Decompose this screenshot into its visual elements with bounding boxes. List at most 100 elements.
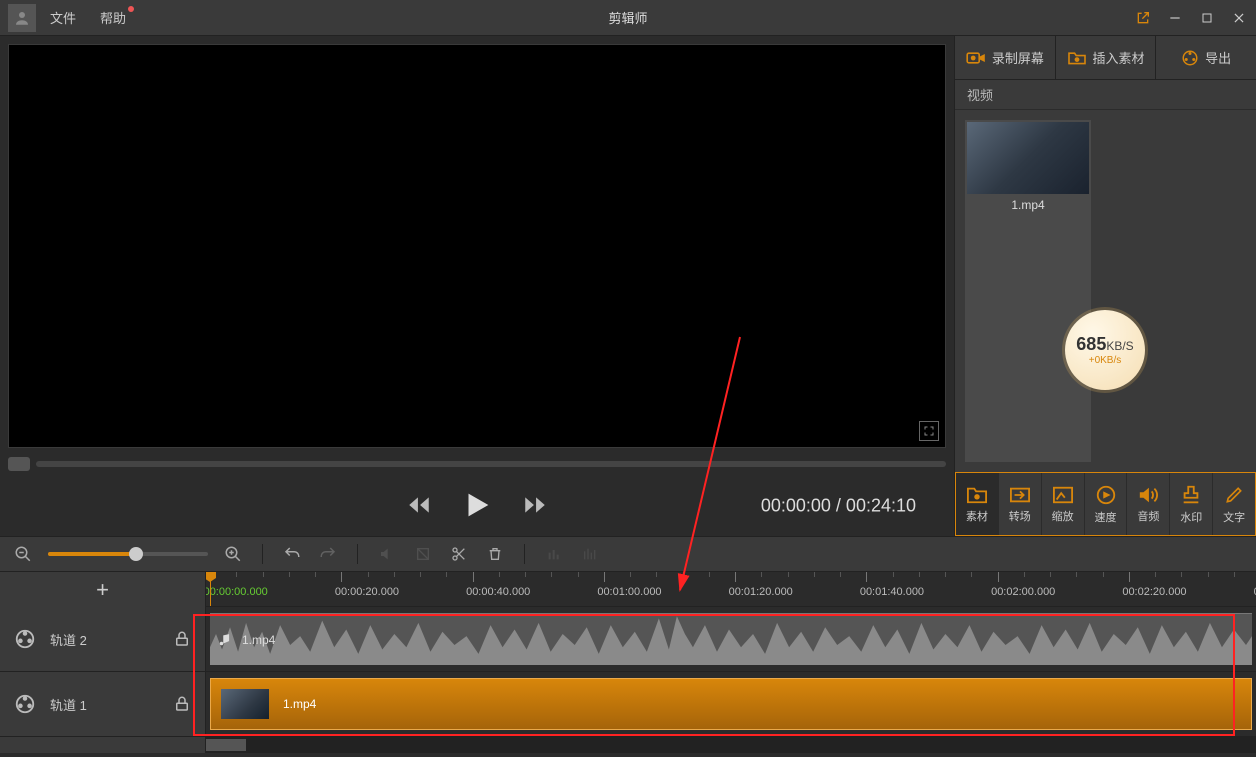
equalizer-button[interactable] bbox=[579, 543, 601, 565]
redo-button[interactable] bbox=[317, 543, 339, 565]
track-body-2[interactable]: 1.mp4 bbox=[206, 607, 1256, 671]
crop-button[interactable] bbox=[412, 543, 434, 565]
playhead[interactable] bbox=[210, 572, 211, 606]
clip-thumb bbox=[221, 689, 269, 719]
zoom-out-icon bbox=[14, 545, 32, 563]
popout-button[interactable] bbox=[1134, 9, 1152, 27]
ruler-label: 00:02:20.000 bbox=[1122, 586, 1186, 598]
tab-zoom[interactable]: 缩放 bbox=[1042, 473, 1085, 535]
scrub-handle[interactable] bbox=[8, 457, 30, 471]
record-screen-button[interactable]: 录制屏幕 bbox=[955, 36, 1056, 79]
speed-value: 685 bbox=[1076, 334, 1106, 354]
ruler-label: 00:01:20.000 bbox=[729, 586, 793, 598]
speed-unit: KB/S bbox=[1106, 339, 1133, 353]
folder-camera-icon bbox=[1067, 50, 1087, 66]
volume-icon bbox=[379, 546, 395, 562]
video-clip[interactable]: 1.mp4 bbox=[210, 678, 1252, 730]
pen-icon bbox=[1224, 484, 1244, 506]
audio-clip[interactable]: 1.mp4 bbox=[210, 613, 1252, 665]
folder-icon bbox=[966, 485, 988, 505]
crop-icon bbox=[415, 546, 431, 562]
export-reel-icon bbox=[1181, 49, 1199, 67]
scissors-icon bbox=[451, 546, 467, 562]
play-controls: 00:00:00 / 00:24:10 bbox=[8, 476, 946, 536]
tab-audio[interactable]: 音频 bbox=[1127, 473, 1170, 535]
speed-sub: +0KB/s bbox=[1089, 355, 1122, 366]
trash-icon bbox=[487, 546, 503, 562]
tab-media[interactable]: 素材 bbox=[956, 473, 999, 535]
transition-icon bbox=[1009, 485, 1031, 505]
titlebar: 文件 帮助 剪辑师 bbox=[0, 0, 1256, 36]
equalizer-icon bbox=[582, 546, 598, 562]
tab-text-label: 文字 bbox=[1223, 509, 1245, 525]
scrub-bar[interactable] bbox=[36, 461, 946, 467]
redo-icon bbox=[319, 545, 337, 563]
tab-transition[interactable]: 转场 bbox=[999, 473, 1042, 535]
menu-help[interactable]: 帮助 bbox=[100, 8, 126, 27]
video-canvas[interactable] bbox=[8, 44, 946, 448]
play-button[interactable] bbox=[460, 488, 494, 525]
tab-transition-label: 转场 bbox=[1009, 508, 1031, 524]
audio-clip-label: 1.mp4 bbox=[242, 633, 275, 647]
zoom-slider[interactable] bbox=[48, 552, 208, 556]
levels-button[interactable] bbox=[543, 543, 565, 565]
speed-indicator: 685KB/S +0KB/s bbox=[1065, 310, 1145, 390]
timeline-toolbar bbox=[0, 536, 1256, 572]
insert-media-label: 插入素材 bbox=[1093, 48, 1145, 67]
tool-tabs: 素材 转场 缩放 速度 音频 水印 bbox=[955, 472, 1256, 536]
add-track-button[interactable]: + bbox=[96, 577, 109, 603]
media-thumb[interactable]: 1.mp4 bbox=[965, 120, 1091, 462]
lock-icon[interactable] bbox=[173, 630, 191, 648]
zoom-out-button[interactable] bbox=[12, 543, 34, 565]
tab-speed-label: 速度 bbox=[1095, 509, 1117, 525]
forward-icon bbox=[522, 492, 548, 518]
zoom-in-button[interactable] bbox=[222, 543, 244, 565]
time-readout: 00:00:00 / 00:24:10 bbox=[761, 496, 916, 517]
preview-pane: 00:00:00 / 00:24:10 bbox=[0, 36, 954, 536]
menu-file[interactable]: 文件 bbox=[50, 8, 76, 27]
export-button[interactable]: 导出 bbox=[1156, 36, 1256, 79]
waveform bbox=[210, 614, 1252, 665]
media-thumb-image bbox=[967, 122, 1089, 194]
ruler-label: 00:00:40.000 bbox=[466, 586, 530, 598]
lock-icon[interactable] bbox=[173, 695, 191, 713]
mute-button[interactable] bbox=[376, 543, 398, 565]
forward-button[interactable] bbox=[522, 492, 548, 521]
play-icon bbox=[460, 488, 494, 522]
ruler-label: 00:02:00.000 bbox=[991, 586, 1055, 598]
avatar[interactable] bbox=[8, 4, 36, 32]
media-thumb-label: 1.mp4 bbox=[967, 194, 1089, 216]
ruler-label: 00:00:00.000 bbox=[206, 586, 268, 598]
ruler-label: 00:01:00.000 bbox=[597, 586, 661, 598]
section-video-label: 视频 bbox=[955, 80, 1256, 110]
delete-button[interactable] bbox=[484, 543, 506, 565]
track-body-1[interactable]: 1.mp4 bbox=[206, 672, 1256, 736]
cut-button[interactable] bbox=[448, 543, 470, 565]
user-icon bbox=[13, 9, 31, 27]
camera-record-icon bbox=[966, 50, 986, 66]
fullscreen-button[interactable] bbox=[919, 421, 939, 441]
stamp-icon bbox=[1180, 484, 1202, 506]
tab-text[interactable]: 文字 bbox=[1213, 473, 1255, 535]
tab-speed[interactable]: 速度 bbox=[1085, 473, 1128, 535]
close-icon bbox=[1232, 11, 1246, 25]
close-button[interactable] bbox=[1230, 9, 1248, 27]
speed-icon bbox=[1095, 484, 1117, 506]
video-clip-label: 1.mp4 bbox=[283, 697, 316, 711]
undo-icon bbox=[283, 545, 301, 563]
timeline-ruler[interactable]: 00:00:00.00000:00:20.00000:00:40.00000:0… bbox=[206, 572, 1256, 607]
rewind-button[interactable] bbox=[406, 492, 432, 521]
maximize-button[interactable] bbox=[1198, 9, 1216, 27]
timeline-hscroll[interactable] bbox=[206, 737, 1256, 753]
record-screen-label: 录制屏幕 bbox=[992, 48, 1044, 67]
undo-button[interactable] bbox=[281, 543, 303, 565]
insert-media-button[interactable]: 插入素材 bbox=[1056, 36, 1157, 79]
minimize-button[interactable] bbox=[1166, 9, 1184, 27]
ruler-label: 00:01:40.000 bbox=[860, 586, 924, 598]
tab-watermark[interactable]: 水印 bbox=[1170, 473, 1213, 535]
popout-icon bbox=[1135, 10, 1151, 26]
reel-icon bbox=[14, 628, 36, 650]
track-head-2: 轨道 2 bbox=[0, 607, 206, 671]
track-1-label: 轨道 1 bbox=[50, 695, 87, 714]
tab-watermark-label: 水印 bbox=[1180, 509, 1202, 525]
